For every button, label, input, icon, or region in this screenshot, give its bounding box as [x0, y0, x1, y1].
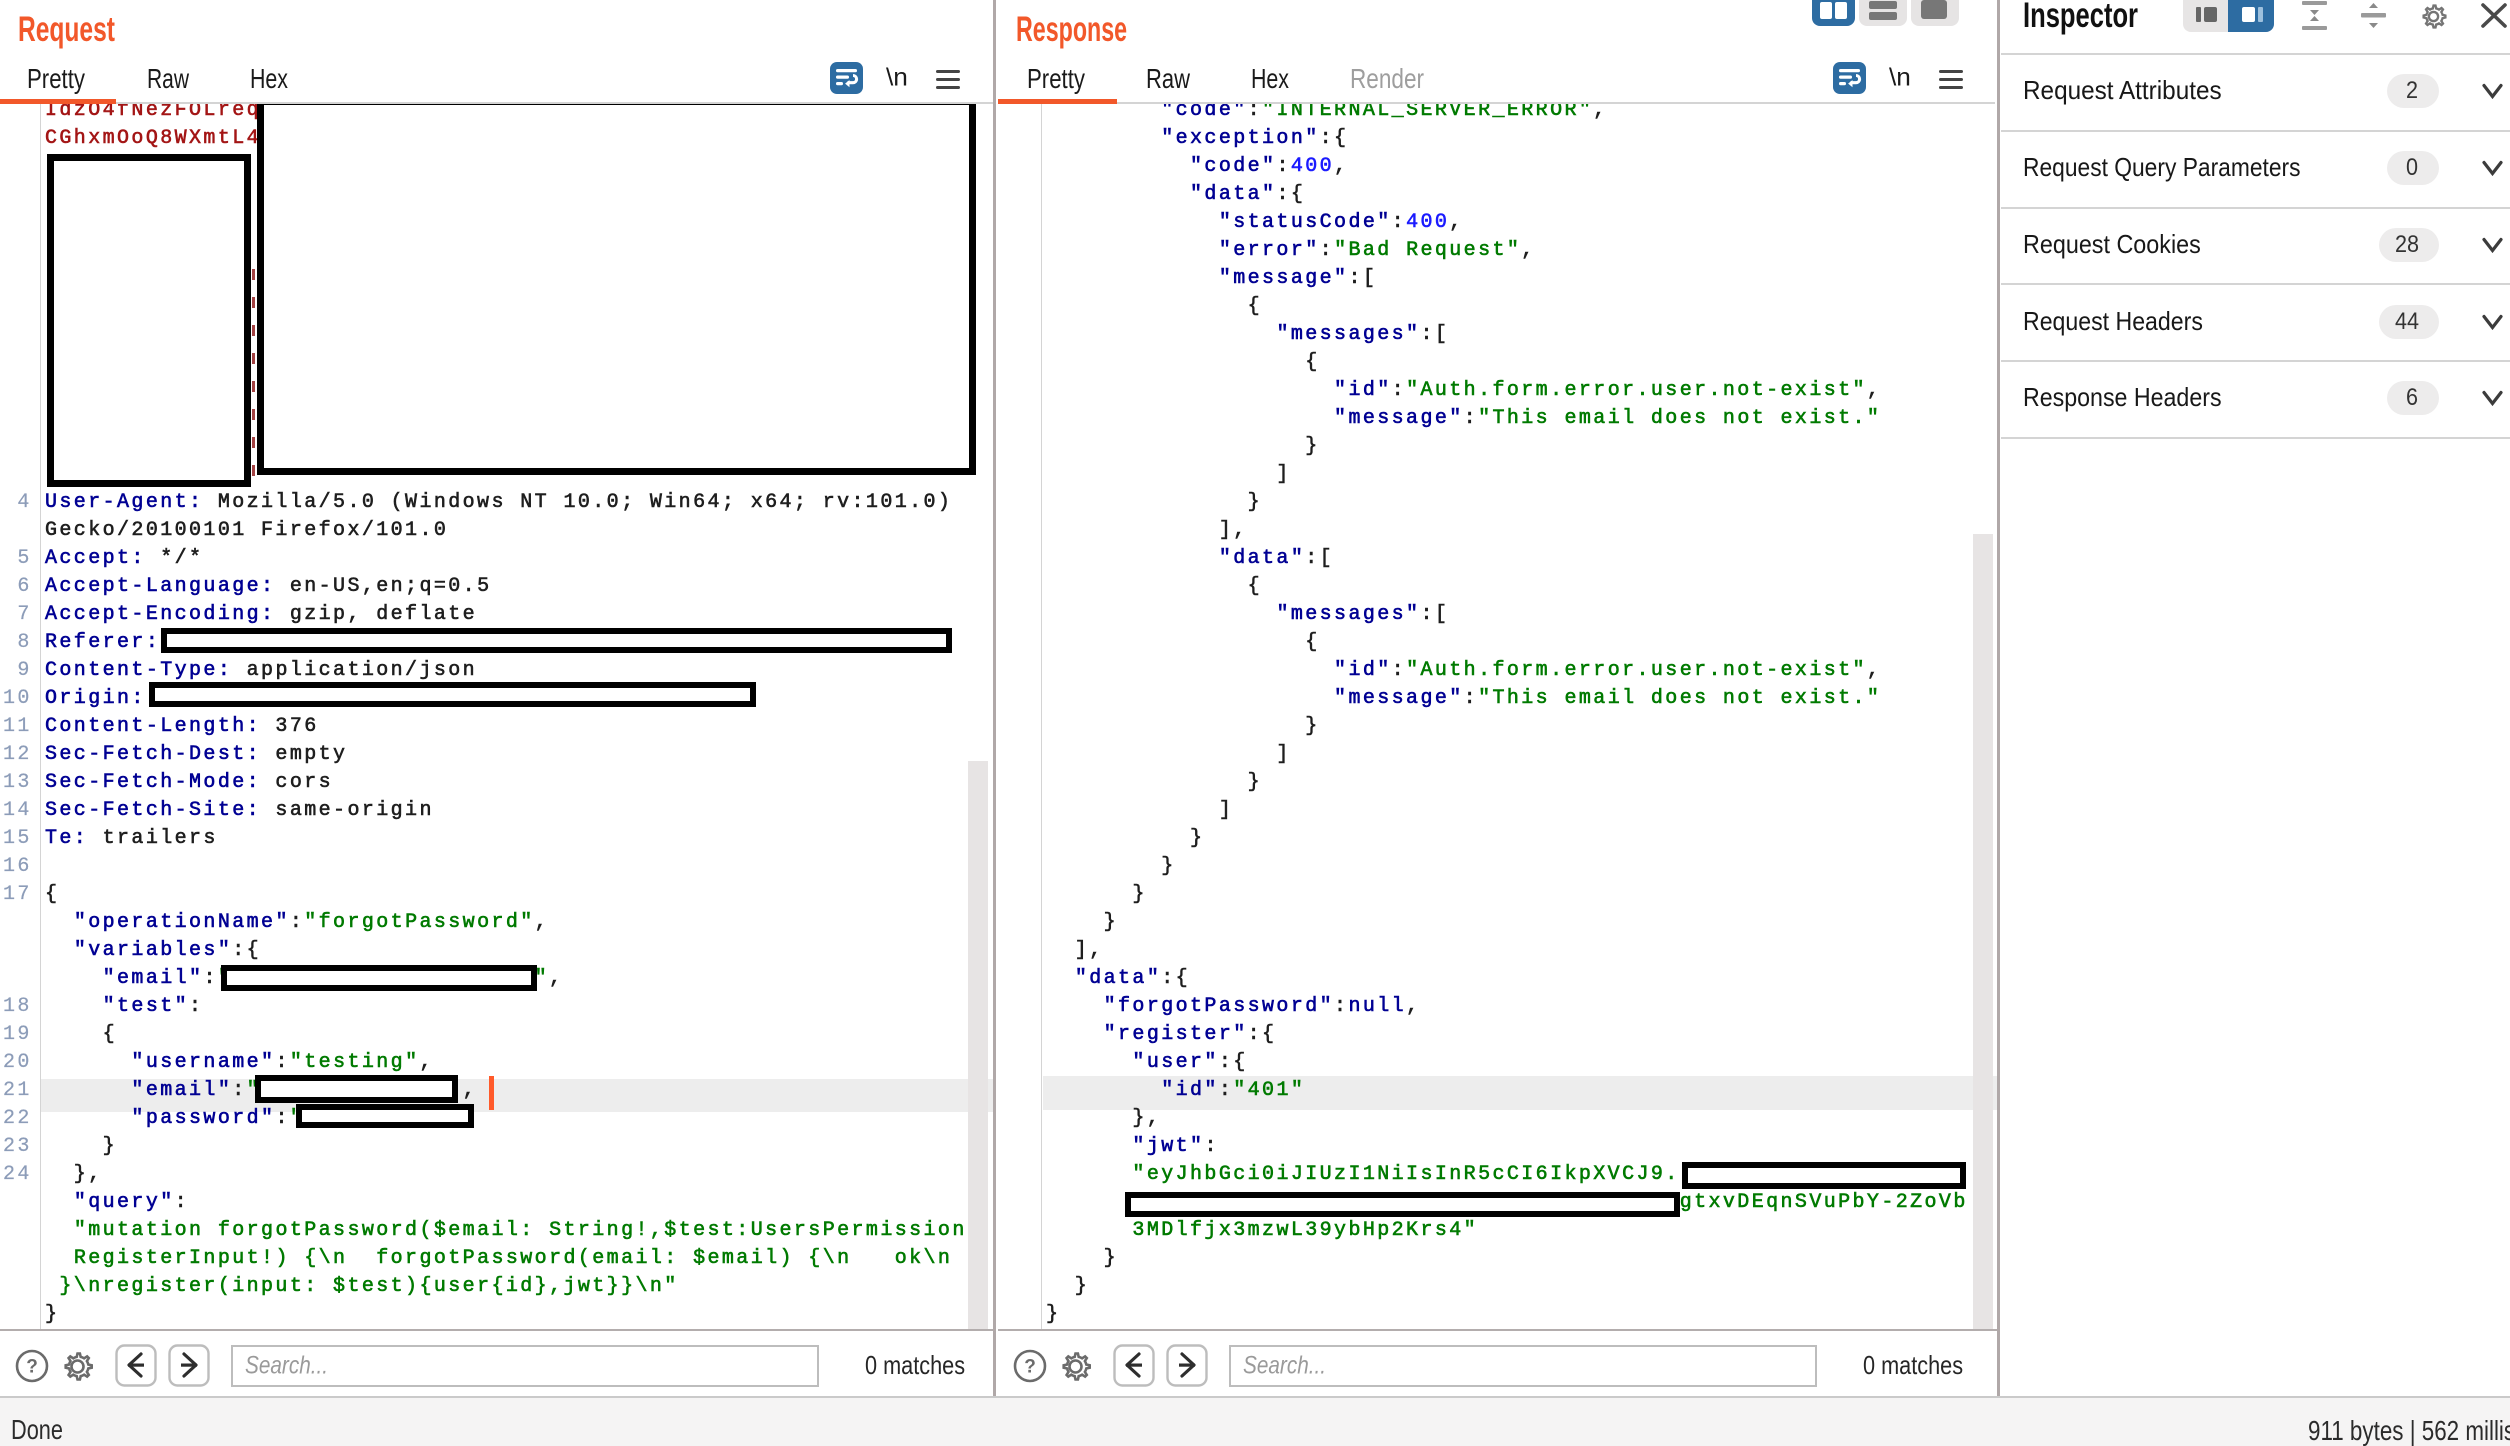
- svg-text:?: ?: [26, 1357, 38, 1378]
- svg-text:?: ?: [1024, 1357, 1036, 1378]
